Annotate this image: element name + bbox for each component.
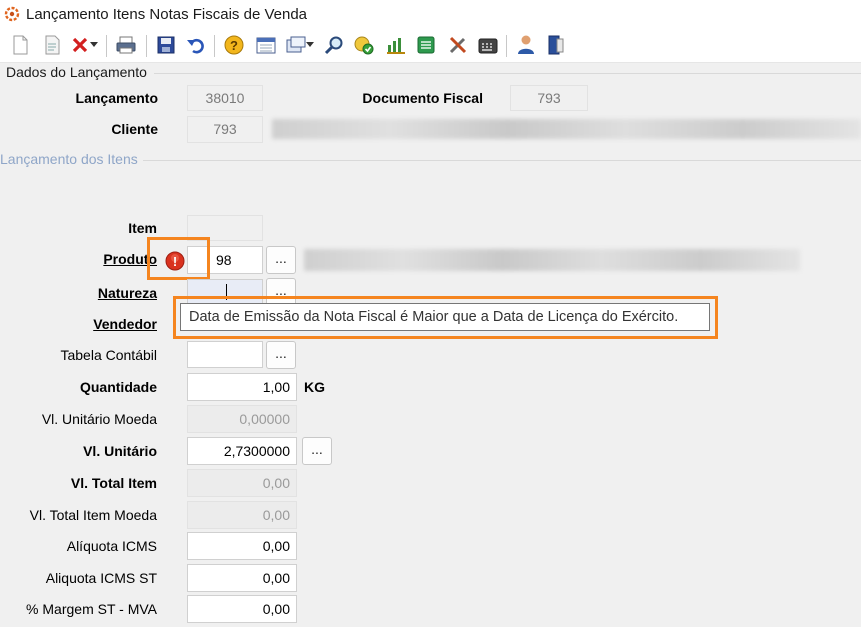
quantidade-unit: KG bbox=[304, 379, 325, 395]
tabela-contabil-lookup-button[interactable]: ... bbox=[266, 341, 296, 369]
lancamento-label: Lançamento bbox=[75, 90, 158, 106]
group-divider bbox=[154, 73, 861, 74]
error-highlight-box bbox=[147, 237, 210, 280]
user-icon[interactable] bbox=[514, 33, 538, 57]
group-label-itens: Lançamento dos Itens bbox=[0, 151, 138, 167]
produto-lookup-button[interactable]: ... bbox=[266, 246, 296, 274]
lancamento-field[interactable]: 38010 bbox=[187, 85, 263, 111]
aliquota-icms-field[interactable]: 0,00 bbox=[187, 532, 297, 560]
spreadsheet-icon[interactable] bbox=[414, 33, 438, 57]
vl-total-item-moeda-label: Vl. Total Item Moeda bbox=[29, 507, 157, 523]
chevron-down-icon[interactable] bbox=[304, 33, 316, 57]
produto-label[interactable]: Produto bbox=[20, 251, 157, 267]
chevron-down-icon[interactable] bbox=[88, 33, 100, 57]
quantidade-field[interactable]: 1,00 bbox=[187, 373, 297, 401]
print-icon[interactable] bbox=[114, 33, 138, 57]
save-icon[interactable] bbox=[154, 33, 178, 57]
quantidade-label: Quantidade bbox=[79, 379, 157, 395]
vl-unitario-moeda-field[interactable]: 0,00000 bbox=[187, 405, 297, 433]
aliquota-icms-label: Alíquota ICMS bbox=[66, 538, 157, 554]
aliquota-icms-st-label: Aliquota ICMS ST bbox=[45, 570, 157, 586]
toolbar: ? bbox=[0, 30, 861, 63]
report-icon[interactable] bbox=[384, 33, 408, 57]
svg-text:?: ? bbox=[230, 38, 238, 53]
help-icon[interactable]: ? bbox=[222, 33, 246, 57]
new-icon[interactable] bbox=[8, 33, 32, 57]
item-label: Item bbox=[128, 220, 157, 236]
produto-description-redacted bbox=[304, 249, 800, 271]
undo-icon[interactable] bbox=[184, 33, 208, 57]
cliente-name-redacted bbox=[272, 119, 861, 139]
group-label-dados: Dados do Lançamento bbox=[6, 64, 147, 80]
tools-icon[interactable] bbox=[446, 33, 470, 57]
vendedor-label[interactable]: Vendedor bbox=[20, 316, 157, 332]
vl-total-item-label: Vl. Total Item bbox=[70, 475, 157, 491]
window-title: Lançamento Itens Notas Fiscais de Venda bbox=[26, 6, 308, 23]
edit-icon[interactable] bbox=[40, 33, 64, 57]
approve-icon[interactable] bbox=[352, 33, 376, 57]
tabela-contabil-field[interactable] bbox=[187, 341, 263, 368]
tooltip-highlight-box bbox=[173, 296, 718, 339]
documento-fiscal-label: Documento Fiscal bbox=[362, 90, 483, 106]
tabela-contabil-label: Tabela Contábil bbox=[60, 347, 157, 363]
vl-total-item-moeda-field[interactable]: 0,00 bbox=[187, 501, 297, 529]
vl-unitario-moeda-label: Vl. Unitário Moeda bbox=[41, 411, 157, 427]
calculator-icon[interactable] bbox=[476, 33, 500, 57]
vl-unitario-field[interactable]: 2,7300000 bbox=[187, 437, 297, 465]
margem-st-mva-label: % Margem ST - MVA bbox=[26, 601, 157, 617]
vl-unitario-label: Vl. Unitário bbox=[83, 443, 157, 459]
search-icon[interactable] bbox=[322, 33, 346, 57]
vl-unitario-lookup-button[interactable]: ... bbox=[302, 437, 332, 465]
aliquota-icms-st-field[interactable]: 0,00 bbox=[187, 564, 297, 592]
documento-fiscal-field[interactable]: 793 bbox=[510, 85, 588, 111]
app-icon bbox=[4, 6, 20, 22]
calendar-icon[interactable] bbox=[254, 33, 278, 57]
group-divider bbox=[143, 160, 861, 161]
exit-icon[interactable] bbox=[544, 33, 568, 57]
vl-total-item-field[interactable]: 0,00 bbox=[187, 469, 297, 497]
natureza-label[interactable]: Natureza bbox=[20, 285, 157, 301]
cliente-code-field[interactable]: 793 bbox=[187, 116, 263, 143]
cliente-label: Cliente bbox=[111, 121, 158, 137]
margem-st-mva-field[interactable]: 0,00 bbox=[187, 595, 297, 623]
